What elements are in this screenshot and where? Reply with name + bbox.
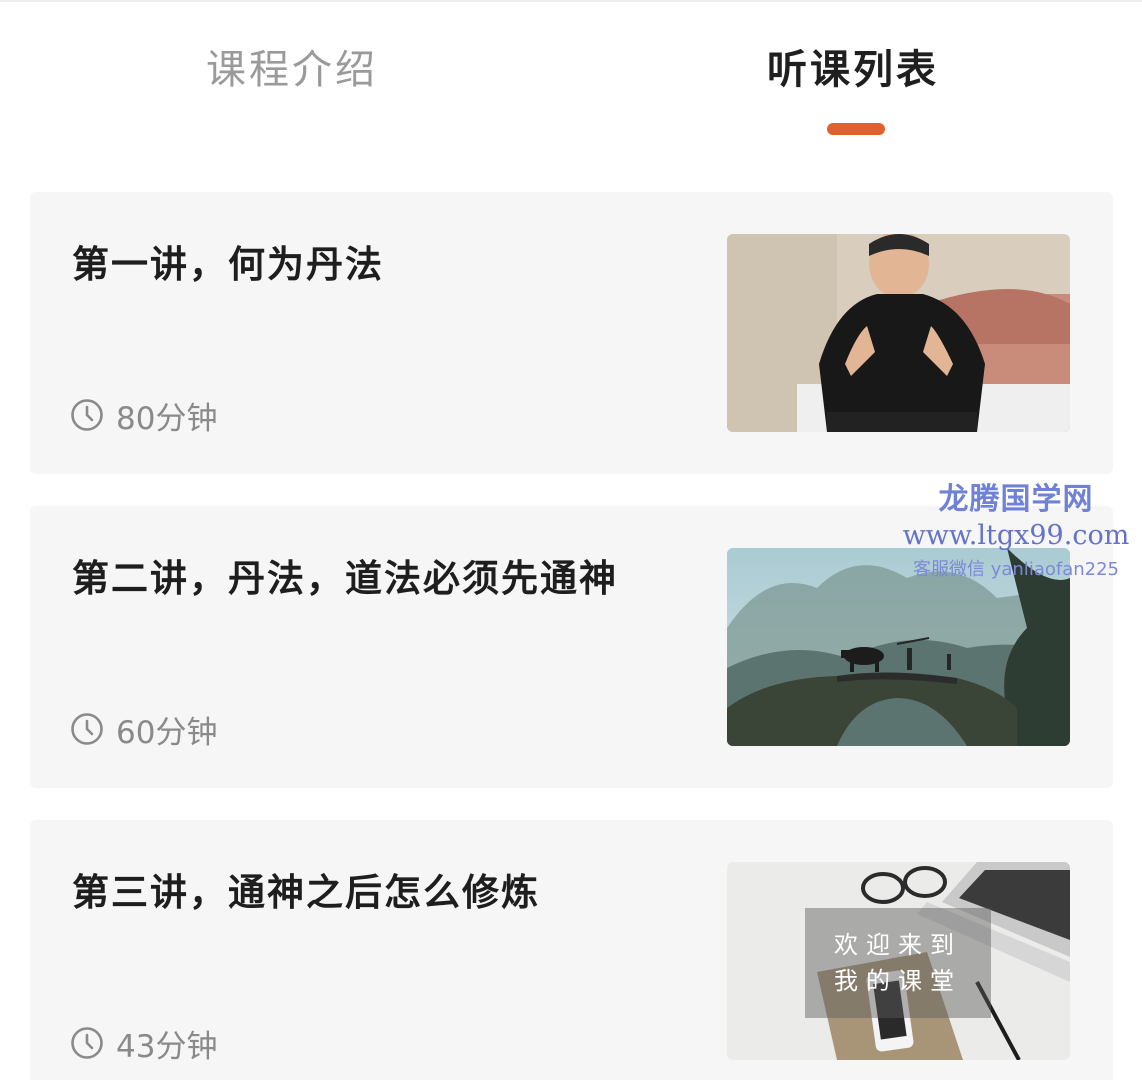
lesson-card[interactable]: 第三讲，通神之后怎么修炼 43分钟 欢迎来到 我的课堂: [30, 820, 1113, 1080]
lesson-thumbnail-landscape: [727, 548, 1070, 746]
lesson-thumbnail-classroom: 欢迎来到 我的课堂: [727, 862, 1070, 1060]
lesson-list: 第一讲，何为丹法 80分钟 第二讲，丹法，道法必须先通神 60分钟 第三讲，通神…: [30, 192, 1113, 1080]
lesson-duration-text: 80分钟: [116, 400, 218, 437]
lesson-title: 第二讲，丹法，道法必须先通神: [72, 557, 618, 600]
lesson-thumbnail-meditation: [727, 234, 1070, 432]
lesson-card[interactable]: 第二讲，丹法，道法必须先通神 60分钟: [30, 506, 1113, 788]
lesson-duration: 80分钟: [70, 395, 218, 437]
thumbnail-caption-line: 欢迎来到: [834, 931, 962, 959]
course-page: 课程介绍 听课列表 第一讲，何为丹法 80分钟 第二讲，丹法，道法必须先通神 6…: [0, 0, 1142, 1080]
tab-lesson-list[interactable]: 听课列表: [767, 38, 939, 102]
clock-icon: [70, 398, 104, 432]
tab-course-intro[interactable]: 课程介绍: [206, 38, 378, 102]
lesson-duration: 43分钟: [70, 1023, 218, 1065]
tab-bar: 课程介绍 听课列表: [0, 0, 1142, 140]
lesson-title: 第三讲，通神之后怎么修炼: [72, 871, 540, 914]
lesson-card[interactable]: 第一讲，何为丹法 80分钟: [30, 192, 1113, 474]
clock-icon: [70, 712, 104, 746]
lesson-duration-text: 60分钟: [116, 714, 218, 751]
thumbnail-caption: 欢迎来到 我的课堂: [805, 908, 991, 1018]
clock-icon: [70, 1026, 104, 1060]
lesson-title: 第一讲，何为丹法: [72, 243, 384, 286]
lesson-duration-text: 43分钟: [116, 1028, 218, 1065]
lesson-duration: 60分钟: [70, 709, 218, 751]
active-tab-indicator: [827, 123, 885, 135]
thumbnail-caption-line: 我的课堂: [834, 967, 962, 995]
